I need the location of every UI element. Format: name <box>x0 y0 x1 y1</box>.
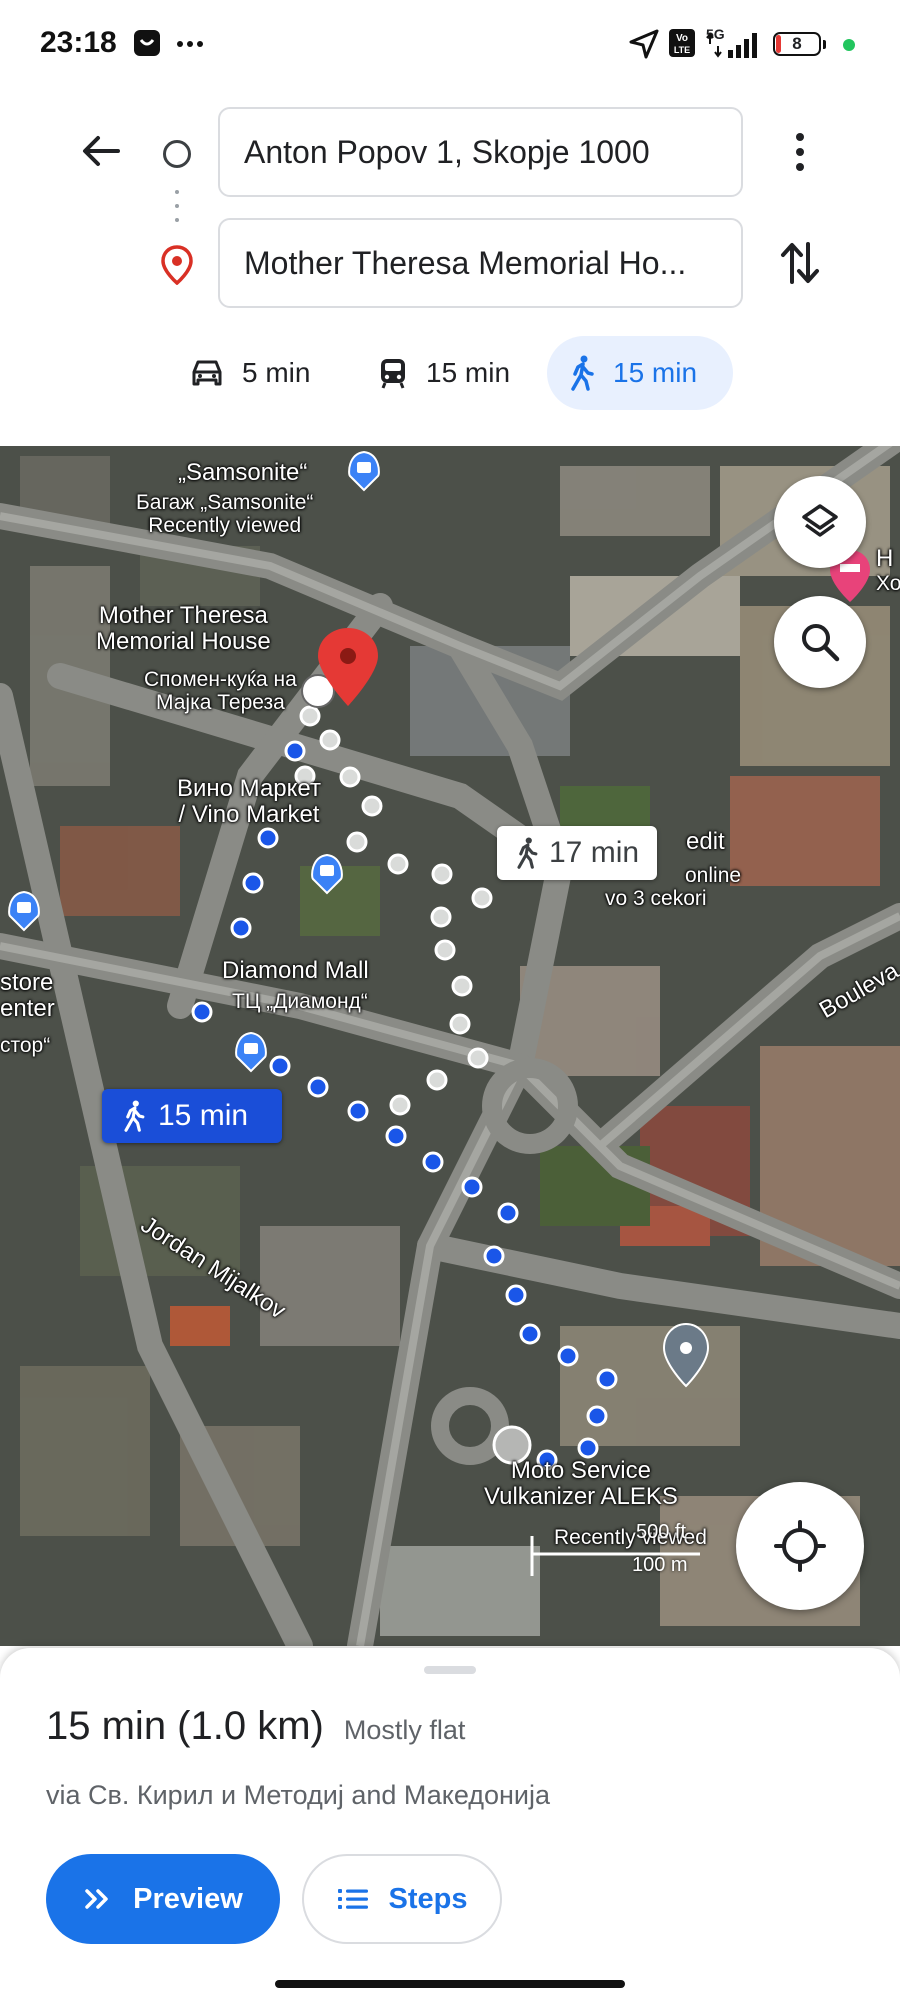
mode-walking-label: 15 min <box>613 357 698 388</box>
mode-walking[interactable]: 15 min <box>547 336 733 410</box>
svg-text:LTE: LTE <box>674 45 690 55</box>
poi-label-store-center[interactable]: store enter <box>0 969 55 1023</box>
volte-icon: VoLTE <box>669 29 695 57</box>
poi-label-hotel[interactable]: H Хо <box>876 545 900 595</box>
origin-circle-icon <box>163 140 191 168</box>
walk-icon <box>571 355 594 391</box>
transit-icon <box>381 359 405 389</box>
sheet-drag-handle[interactable] <box>424 1666 476 1674</box>
search-along-route-button[interactable] <box>774 596 866 688</box>
privacy-dot <box>843 39 855 51</box>
selected-route-time: 15 min <box>158 1099 249 1132</box>
poi-label-edit[interactable]: edit <box>686 828 725 855</box>
mode-driving-label: 5 min <box>242 357 311 388</box>
poi-label-mother-theresa[interactable]: Mother Theresa Memorial House <box>96 602 271 656</box>
double-chevron-icon <box>85 1889 108 1909</box>
list-icon <box>337 1889 368 1909</box>
route-terrain: Mostly flat <box>343 1715 466 1745</box>
more-options-icon[interactable] <box>790 130 810 174</box>
status-time: 23:18 <box>40 26 117 59</box>
route-summary: 15 min (1.0 km) Mostly flat <box>46 1704 465 1749</box>
car-icon <box>192 360 222 386</box>
alt-route-time: 17 min <box>549 836 640 869</box>
poi-label-samsonite[interactable]: „Samsonite“ <box>178 459 307 486</box>
poi-sublabel-samsonite: Багаж „Samsonite“ Recently viewed <box>136 491 314 538</box>
poi-label-vino-market[interactable]: Вино Маркет / Vino Market <box>177 775 321 829</box>
search-icon <box>802 624 840 662</box>
gesture-nav-bar[interactable] <box>275 1980 625 1988</box>
shopping-bag-icon[interactable] <box>309 851 345 895</box>
destination-input[interactable]: Mother Theresa Memorial Ho... <box>218 218 743 308</box>
location-arrow-icon <box>629 29 659 59</box>
my-location-button[interactable] <box>736 1482 864 1610</box>
preview-button[interactable]: Preview <box>46 1854 280 1944</box>
crosshair-icon <box>774 1520 826 1572</box>
battery-indicator: 8 <box>773 32 821 56</box>
swap-directions-icon[interactable] <box>778 238 822 288</box>
poi-sublabel-store: стор“ <box>0 1034 51 1057</box>
selected-route-callout[interactable]: 15 min <box>102 1089 282 1143</box>
steps-button-label: Steps <box>388 1882 468 1915</box>
poi-label-moto-service[interactable]: Moto Service Vulkanizer ALEKS <box>484 1457 678 1511</box>
walk-icon <box>517 837 538 869</box>
mode-transit-label: 15 min <box>426 357 511 388</box>
poi-sublabel-mother-theresa: Спомен-куќа на Мајка Тереза <box>144 668 297 715</box>
layers-icon <box>802 504 838 537</box>
map-view[interactable]: „Samsonite“ Багаж „Samsonite“ Recently v… <box>0 446 900 1646</box>
poi-sublabel-diamond-mall: ТЦ „Диамонд“ <box>232 990 368 1013</box>
preview-button-label: Preview <box>133 1882 243 1915</box>
mode-driving[interactable]: 5 min <box>168 336 332 410</box>
walk-icon <box>124 1100 145 1132</box>
mode-transit[interactable]: 15 min <box>356 336 532 410</box>
destination-pin-icon <box>161 245 193 285</box>
layers-button[interactable] <box>774 476 866 568</box>
steps-button[interactable]: Steps <box>302 1854 502 1944</box>
route-via: via Св. Кирил и Методиј and Македонија <box>46 1780 551 1810</box>
more-notifications-icon <box>177 41 203 47</box>
alt-route-callout[interactable]: 17 min <box>497 826 658 880</box>
route-summary-sheet[interactable]: 15 min (1.0 km) Mostly flat via Св. Кири… <box>0 1648 900 2000</box>
notification-icon <box>134 30 160 56</box>
shopping-bag-icon[interactable] <box>233 1029 269 1073</box>
signal-icon <box>706 32 757 58</box>
route-duration: 15 min (1.0 km) <box>46 1704 324 1748</box>
origin-input[interactable]: Anton Popov 1, Skopje 1000 <box>218 107 743 197</box>
status-bar: 23:18 Vo LTE 5G 8 <box>0 0 900 90</box>
back-arrow-icon[interactable] <box>78 128 124 174</box>
shopping-bag-icon[interactable] <box>6 888 42 932</box>
poi-label-diamond-mall[interactable]: Diamond Mall <box>222 957 369 984</box>
svg-text:Vo: Vo <box>676 33 688 44</box>
shopping-bag-icon[interactable] <box>346 448 382 492</box>
map-scale: 500 ft 100 m <box>632 1521 688 1576</box>
